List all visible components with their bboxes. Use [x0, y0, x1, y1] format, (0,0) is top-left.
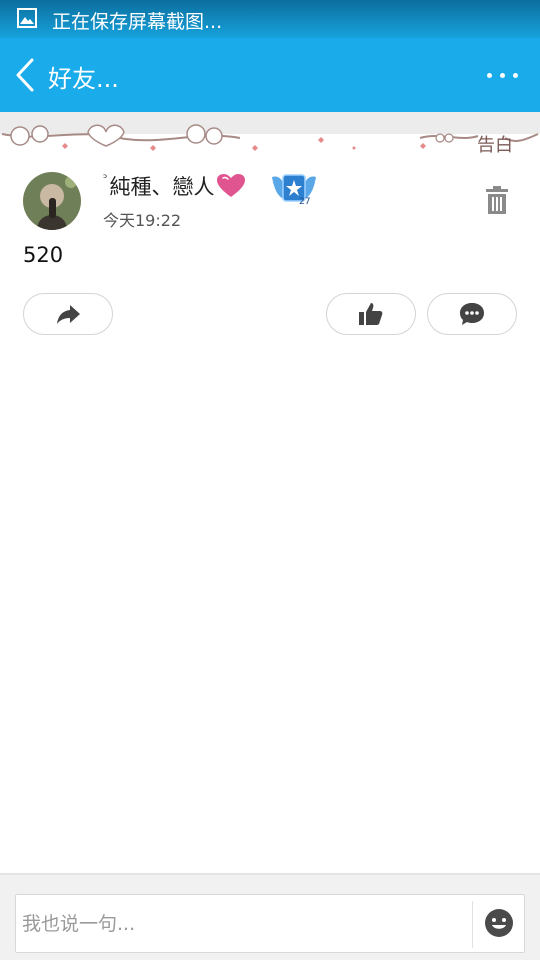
comment-input[interactable] [22, 903, 462, 945]
share-arrow-icon [57, 305, 80, 324]
decorative-banner: 告白 [0, 112, 540, 158]
status-text: 正在保存屏幕截图... [52, 11, 223, 33]
pink-heart-icon [217, 174, 246, 197]
author-nickname[interactable]: ᵓ 純種、戀人 [103, 171, 246, 201]
avatar[interactable] [23, 172, 81, 230]
more-dots-icon[interactable] [478, 60, 526, 90]
smiley-face-icon[interactable] [483, 907, 515, 939]
chevron-left-icon[interactable] [8, 56, 42, 94]
comment-bar [0, 873, 540, 960]
trash-icon[interactable] [484, 186, 510, 216]
comment-button[interactable] [427, 293, 517, 335]
svg-text:27: 27 [299, 197, 310, 207]
nickname-text: 純種、戀人 [109, 175, 215, 199]
title-bar: 好友... [0, 38, 540, 112]
image-icon [17, 8, 37, 28]
comment-input-box [15, 894, 525, 953]
status-bar: 正在保存屏幕截图... [0, 0, 540, 38]
like-button[interactable] [326, 293, 416, 335]
share-button[interactable] [23, 293, 113, 335]
banner-text: 告白 [477, 135, 513, 156]
post-timestamp: 今天19:22 [103, 211, 182, 230]
vip-wings-badge-icon[interactable]: 27 [270, 171, 318, 207]
comment-bubble-icon [460, 303, 484, 325]
divider [472, 901, 473, 948]
thumbs-up-icon [359, 303, 383, 325]
post-content: 520 [23, 243, 64, 267]
banner-ornament-icon [1, 124, 539, 151]
page-title: 好友... [48, 65, 119, 93]
